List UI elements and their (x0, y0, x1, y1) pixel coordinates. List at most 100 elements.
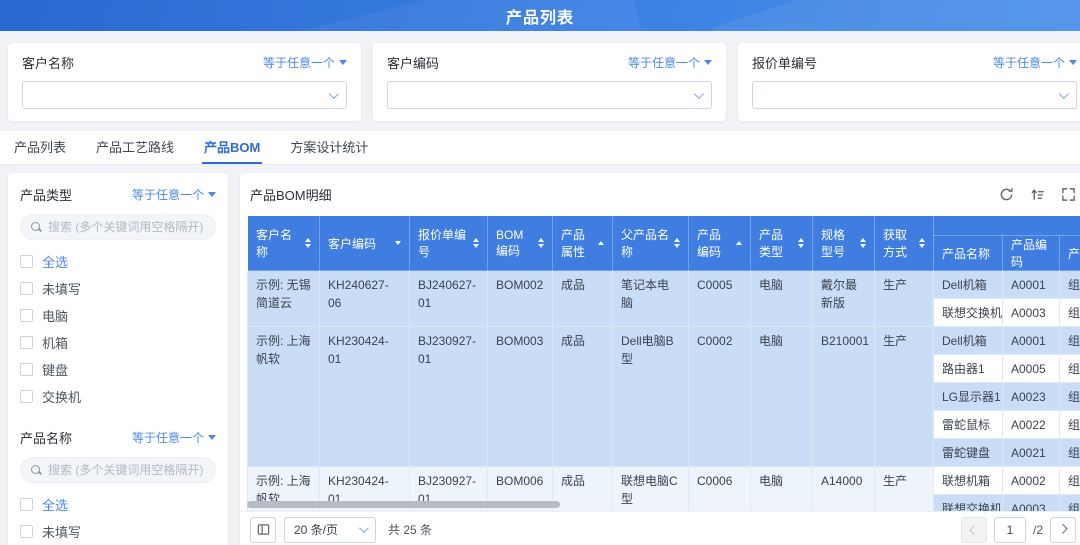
triangle-down-icon (339, 60, 347, 65)
column-header[interactable]: 客户名称 (248, 216, 320, 271)
option-row[interactable]: 全选 (20, 248, 216, 275)
triangle-down-icon (208, 192, 216, 197)
page-total: /2 (1033, 523, 1043, 537)
checkbox[interactable] (20, 525, 33, 538)
column-header[interactable]: BOM编码 (488, 216, 553, 271)
tab-process-route[interactable]: 产品工艺路线 (94, 131, 176, 164)
column-header[interactable]: 获取方式 (875, 216, 934, 271)
filter-card: 客户编码 等于任意一个 (373, 43, 726, 121)
option-label: 机箱 (42, 333, 68, 352)
table-cell: BOM002 (488, 271, 553, 327)
column-header-label: 产品类型 (759, 226, 794, 260)
tab-product-list[interactable]: 产品列表 (12, 131, 68, 164)
table-cell: 成品 (553, 327, 613, 467)
table-cell: BJ240627-01 (410, 271, 488, 327)
column-header[interactable]: 报价单编号 (410, 216, 488, 271)
option-row[interactable]: 机箱 (20, 329, 216, 356)
search-input[interactable] (48, 463, 205, 477)
horizontal-scrollbar-thumb[interactable] (247, 501, 560, 508)
table-cell: A0021 (1003, 439, 1060, 467)
sort-icon (860, 238, 866, 248)
filter-label: 客户编码 (387, 53, 439, 72)
fullscreen-icon[interactable] (1060, 186, 1076, 202)
column-header[interactable]: 父产品名称 (613, 216, 689, 271)
bom-table: 客户名称客户编码报价单编号BOM编码产品属性父产品名称产品编码产品类型规格型号获… (247, 215, 1080, 511)
table-cell: BJ230927-01 (410, 327, 488, 467)
tab-design-stats[interactable]: 方案设计统计 (288, 131, 370, 164)
table-cell: A0001 (1003, 271, 1060, 299)
filter-select[interactable] (387, 81, 712, 109)
column-header[interactable]: 产品类型 (751, 216, 813, 271)
column-header[interactable]: 产品编码 (689, 216, 751, 271)
table-cell: Dell机箱 (934, 271, 1003, 299)
table-cell: A0002 (1003, 467, 1060, 495)
filter-operator-dropdown[interactable]: 等于任意一个 (132, 429, 216, 446)
filter-operator-dropdown[interactable]: 等于任意一个 (132, 186, 216, 203)
option-row[interactable]: 交换机 (20, 383, 216, 410)
prev-page-button[interactable] (961, 517, 987, 543)
table-cell: 生产 (875, 327, 934, 467)
bom-detail-title: 产品BOM明细 (250, 185, 332, 204)
filter-operator-label: 等于任意一个 (263, 54, 335, 71)
option-row[interactable]: 全选 (20, 491, 216, 518)
column-header[interactable]: 规格型号 (813, 216, 875, 271)
option-row[interactable]: 电脑 (20, 302, 216, 329)
column-settings-icon[interactable] (1029, 186, 1045, 202)
filter-select[interactable] (752, 81, 1077, 109)
table-cell: 组件 (1060, 495, 1080, 512)
search-input[interactable] (48, 220, 205, 234)
checkbox[interactable] (20, 336, 33, 349)
page-size-select[interactable]: 20 条/页 (284, 517, 376, 543)
table-cell: 组件 (1060, 411, 1080, 439)
option-label: 全选 (42, 495, 68, 514)
checkbox[interactable] (20, 282, 33, 295)
page-input[interactable] (994, 517, 1026, 543)
option-label: 未填写 (42, 279, 81, 298)
sort-icon (674, 238, 680, 248)
filter-group-title: 产品名称 (20, 428, 72, 447)
checkbox[interactable] (20, 363, 33, 376)
column-header[interactable]: 客户编码 (320, 216, 410, 271)
sub-column-header[interactable]: 产品属性 (1060, 236, 1080, 271)
option-row[interactable]: 未填写 (20, 518, 216, 545)
table-cell: 雷蛇鼠标 (934, 411, 1003, 439)
filter-row: 客户名称等于任意一个客户编码等于任意一个报价单编号等于任意一个 (0, 31, 1080, 131)
table-cell: BOM003 (488, 327, 553, 467)
column-header-label: 报价单编号 (418, 226, 469, 260)
checkbox[interactable] (20, 255, 33, 268)
checkbox[interactable] (20, 390, 33, 403)
table-cell: A0022 (1003, 411, 1060, 439)
field-display-button[interactable] (250, 517, 276, 543)
option-row[interactable]: 键盘 (20, 356, 216, 383)
table-cell: B210001 (813, 327, 875, 467)
column-header-label: 规格型号 (821, 226, 856, 260)
sidebar-filter-group: 产品名称等于任意一个全选未填写144HZ显示器笔记本电脑雷蛇键盘雷蛇鼠标 (20, 428, 216, 545)
checkbox[interactable] (20, 309, 33, 322)
filter-operator-dropdown[interactable]: 等于任意一个 (263, 54, 347, 71)
tab-product-bom[interactable]: 产品BOM (202, 131, 262, 164)
filter-operator-dropdown[interactable]: 等于任意一个 (628, 54, 712, 71)
chevron-right-icon (1057, 524, 1067, 534)
table-toolbar (998, 186, 1076, 202)
option-row[interactable]: 未填写 (20, 275, 216, 302)
filter-operator-dropdown[interactable]: 等于任意一个 (993, 54, 1077, 71)
option-label: 电脑 (42, 306, 68, 325)
table-cell: A14000 (813, 467, 875, 512)
column-header[interactable]: 产品属性 (553, 216, 613, 271)
filter-select[interactable] (22, 81, 347, 109)
sort-icon (919, 238, 925, 248)
table-cell: C0002 (689, 327, 751, 467)
option-label: 键盘 (42, 360, 68, 379)
sub-column-header[interactable]: 产品名称 (934, 236, 1003, 271)
table-cell: 成品 (553, 467, 613, 512)
table-cell: Dell机箱 (934, 327, 1003, 355)
next-page-button[interactable] (1050, 517, 1076, 543)
refresh-icon[interactable] (998, 186, 1014, 202)
filter-operator-label: 等于任意一个 (132, 186, 204, 203)
table-cell: 成品 (553, 271, 613, 327)
filter-sidebar: 产品类型等于任意一个全选未填写电脑机箱键盘交换机产品名称等于任意一个全选未填写1… (8, 173, 228, 545)
table-cell: A0001 (1003, 327, 1060, 355)
sub-column-header[interactable]: 产品编码 (1003, 236, 1060, 271)
checkbox[interactable] (20, 498, 33, 511)
search-icon (31, 222, 42, 233)
